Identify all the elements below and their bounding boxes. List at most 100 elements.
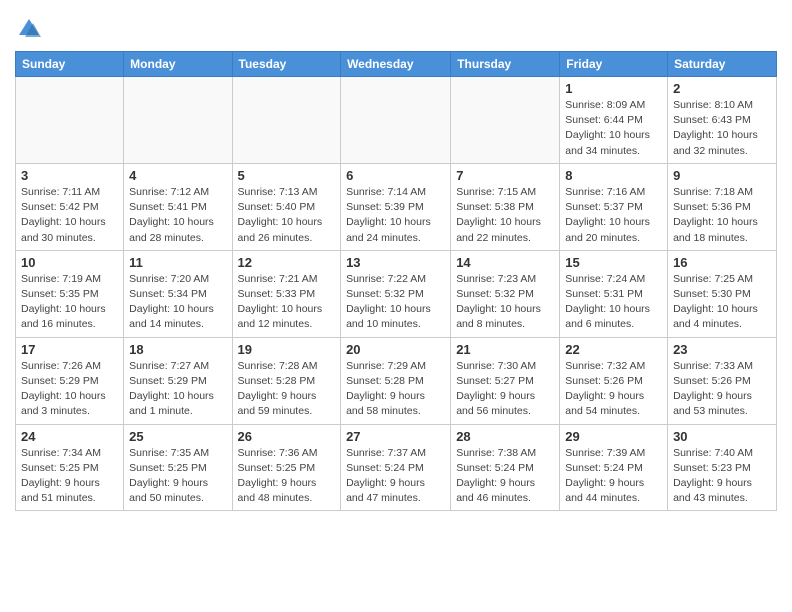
calendar-cell xyxy=(451,77,560,164)
day-info: Sunrise: 7:26 AMSunset: 5:29 PMDaylight:… xyxy=(21,359,118,420)
day-number: 23 xyxy=(673,342,771,357)
day-info: Sunrise: 7:15 AMSunset: 5:38 PMDaylight:… xyxy=(456,185,554,246)
calendar-cell: 20 Sunrise: 7:29 AMSunset: 5:28 PMDayligh… xyxy=(341,337,451,424)
day-info: Sunrise: 7:22 AMSunset: 5:32 PMDaylight:… xyxy=(346,272,445,333)
day-number: 27 xyxy=(346,429,445,444)
day-number: 12 xyxy=(238,255,336,270)
day-number: 17 xyxy=(21,342,118,357)
day-info: Sunrise: 7:24 AMSunset: 5:31 PMDaylight:… xyxy=(565,272,662,333)
calendar-cell: 23 Sunrise: 7:33 AMSunset: 5:26 PMDayligh… xyxy=(668,337,777,424)
day-number: 30 xyxy=(673,429,771,444)
calendar-cell: 30 Sunrise: 7:40 AMSunset: 5:23 PMDayligh… xyxy=(668,424,777,511)
weekday-header: Monday xyxy=(124,52,232,77)
calendar-cell: 18 Sunrise: 7:27 AMSunset: 5:29 PMDayligh… xyxy=(124,337,232,424)
day-number: 29 xyxy=(565,429,662,444)
day-info: Sunrise: 7:39 AMSunset: 5:24 PMDaylight:… xyxy=(565,446,662,507)
calendar-cell: 6 Sunrise: 7:14 AMSunset: 5:39 PMDaylight… xyxy=(341,163,451,250)
day-info: Sunrise: 7:12 AMSunset: 5:41 PMDaylight:… xyxy=(129,185,226,246)
day-number: 8 xyxy=(565,168,662,183)
calendar-cell: 13 Sunrise: 7:22 AMSunset: 5:32 PMDayligh… xyxy=(341,250,451,337)
day-number: 13 xyxy=(346,255,445,270)
weekday-header: Wednesday xyxy=(341,52,451,77)
calendar-cell: 19 Sunrise: 7:28 AMSunset: 5:28 PMDayligh… xyxy=(232,337,341,424)
day-info: Sunrise: 7:25 AMSunset: 5:30 PMDaylight:… xyxy=(673,272,771,333)
calendar-cell: 7Sunrise: 7:15 AMSunset: 5:38 PMDaylight… xyxy=(451,163,560,250)
calendar-cell: 16 Sunrise: 7:25 AMSunset: 5:30 PMDayligh… xyxy=(668,250,777,337)
day-number: 10 xyxy=(21,255,118,270)
calendar-table: SundayMondayTuesdayWednesdayThursdayFrid… xyxy=(15,51,777,511)
day-number: 1 xyxy=(565,81,662,96)
calendar-cell: 25Sunrise: 7:35 AMSunset: 5:25 PMDayligh… xyxy=(124,424,232,511)
calendar-cell: 17 Sunrise: 7:26 AMSunset: 5:29 PMDayligh… xyxy=(16,337,124,424)
day-info: Sunrise: 7:20 AMSunset: 5:34 PMDaylight:… xyxy=(129,272,226,333)
day-number: 28 xyxy=(456,429,554,444)
day-number: 20 xyxy=(346,342,445,357)
day-info: Sunrise: 7:35 AMSunset: 5:25 PMDaylight:… xyxy=(129,446,226,507)
day-info: Sunrise: 7:32 AMSunset: 5:26 PMDaylight:… xyxy=(565,359,662,420)
day-info: Sunrise: 7:36 AMSunset: 5:25 PMDaylight:… xyxy=(238,446,336,507)
day-info: Sunrise: 7:21 AMSunset: 5:33 PMDaylight:… xyxy=(238,272,336,333)
day-info: Sunrise: 7:37 AMSunset: 5:24 PMDaylight:… xyxy=(346,446,445,507)
day-number: 26 xyxy=(238,429,336,444)
calendar-cell xyxy=(124,77,232,164)
day-number: 14 xyxy=(456,255,554,270)
calendar-cell: 24Sunrise: 7:34 AMSunset: 5:25 PMDayligh… xyxy=(16,424,124,511)
calendar-cell: 26 Sunrise: 7:36 AMSunset: 5:25 PMDayligh… xyxy=(232,424,341,511)
logo-icon xyxy=(15,15,43,43)
logo xyxy=(15,15,45,43)
day-info: Sunrise: 7:13 AMSunset: 5:40 PMDaylight:… xyxy=(238,185,336,246)
calendar-cell xyxy=(16,77,124,164)
day-number: 11 xyxy=(129,255,226,270)
day-number: 15 xyxy=(565,255,662,270)
weekday-header: Friday xyxy=(560,52,668,77)
page-header xyxy=(15,10,777,43)
calendar-cell: 22 Sunrise: 7:32 AMSunset: 5:26 PMDayligh… xyxy=(560,337,668,424)
day-number: 9 xyxy=(673,168,771,183)
calendar-cell: 2 Sunrise: 8:10 AMSunset: 6:43 PMDaylight… xyxy=(668,77,777,164)
calendar-cell xyxy=(341,77,451,164)
calendar-cell: 27 Sunrise: 7:37 AMSunset: 5:24 PMDayligh… xyxy=(341,424,451,511)
day-info: Sunrise: 7:38 AMSunset: 5:24 PMDaylight:… xyxy=(456,446,554,507)
calendar-cell: 3 Sunrise: 7:11 AMSunset: 5:42 PMDaylight… xyxy=(16,163,124,250)
day-number: 22 xyxy=(565,342,662,357)
day-number: 18 xyxy=(129,342,226,357)
weekday-header: Thursday xyxy=(451,52,560,77)
calendar-cell: 10 Sunrise: 7:19 AMSunset: 5:35 PMDayligh… xyxy=(16,250,124,337)
day-number: 5 xyxy=(238,168,336,183)
calendar-cell xyxy=(232,77,341,164)
calendar-cell: 14 Sunrise: 7:23 AMSunset: 5:32 PMDayligh… xyxy=(451,250,560,337)
calendar-cell: 1 Sunrise: 8:09 AMSunset: 6:44 PMDaylight… xyxy=(560,77,668,164)
day-info: Sunrise: 7:23 AMSunset: 5:32 PMDaylight:… xyxy=(456,272,554,333)
day-info: Sunrise: 7:28 AMSunset: 5:28 PMDaylight:… xyxy=(238,359,336,420)
weekday-header: Sunday xyxy=(16,52,124,77)
day-number: 16 xyxy=(673,255,771,270)
day-number: 19 xyxy=(238,342,336,357)
calendar-cell: 28 Sunrise: 7:38 AMSunset: 5:24 PMDayligh… xyxy=(451,424,560,511)
day-number: 24 xyxy=(21,429,118,444)
day-info: Sunrise: 7:19 AMSunset: 5:35 PMDaylight:… xyxy=(21,272,118,333)
calendar-cell: 15 Sunrise: 7:24 AMSunset: 5:31 PMDayligh… xyxy=(560,250,668,337)
day-info: Sunrise: 7:11 AMSunset: 5:42 PMDaylight:… xyxy=(21,185,118,246)
day-info: Sunrise: 7:33 AMSunset: 5:26 PMDaylight:… xyxy=(673,359,771,420)
calendar-cell: 9 Sunrise: 7:18 AMSunset: 5:36 PMDaylight… xyxy=(668,163,777,250)
calendar-cell: 21 Sunrise: 7:30 AMSunset: 5:27 PMDayligh… xyxy=(451,337,560,424)
calendar-cell: 12 Sunrise: 7:21 AMSunset: 5:33 PMDayligh… xyxy=(232,250,341,337)
calendar-cell: 11 Sunrise: 7:20 AMSunset: 5:34 PMDayligh… xyxy=(124,250,232,337)
day-number: 4 xyxy=(129,168,226,183)
day-number: 21 xyxy=(456,342,554,357)
day-number: 6 xyxy=(346,168,445,183)
day-info: Sunrise: 7:27 AMSunset: 5:29 PMDaylight:… xyxy=(129,359,226,420)
calendar-cell: 5 Sunrise: 7:13 AMSunset: 5:40 PMDaylight… xyxy=(232,163,341,250)
day-info: Sunrise: 7:16 AMSunset: 5:37 PMDaylight:… xyxy=(565,185,662,246)
day-number: 3 xyxy=(21,168,118,183)
day-info: Sunrise: 7:40 AMSunset: 5:23 PMDaylight:… xyxy=(673,446,771,507)
calendar-cell: 8 Sunrise: 7:16 AMSunset: 5:37 PMDaylight… xyxy=(560,163,668,250)
day-info: Sunrise: 8:10 AMSunset: 6:43 PMDaylight:… xyxy=(673,98,771,159)
day-info: Sunrise: 7:29 AMSunset: 5:28 PMDaylight:… xyxy=(346,359,445,420)
day-number: 2 xyxy=(673,81,771,96)
day-info: Sunrise: 7:18 AMSunset: 5:36 PMDaylight:… xyxy=(673,185,771,246)
day-info: Sunrise: 7:14 AMSunset: 5:39 PMDaylight:… xyxy=(346,185,445,246)
day-info: Sunrise: 8:09 AMSunset: 6:44 PMDaylight:… xyxy=(565,98,662,159)
day-info: Sunrise: 7:30 AMSunset: 5:27 PMDaylight:… xyxy=(456,359,554,420)
calendar-cell: 4 Sunrise: 7:12 AMSunset: 5:41 PMDaylight… xyxy=(124,163,232,250)
